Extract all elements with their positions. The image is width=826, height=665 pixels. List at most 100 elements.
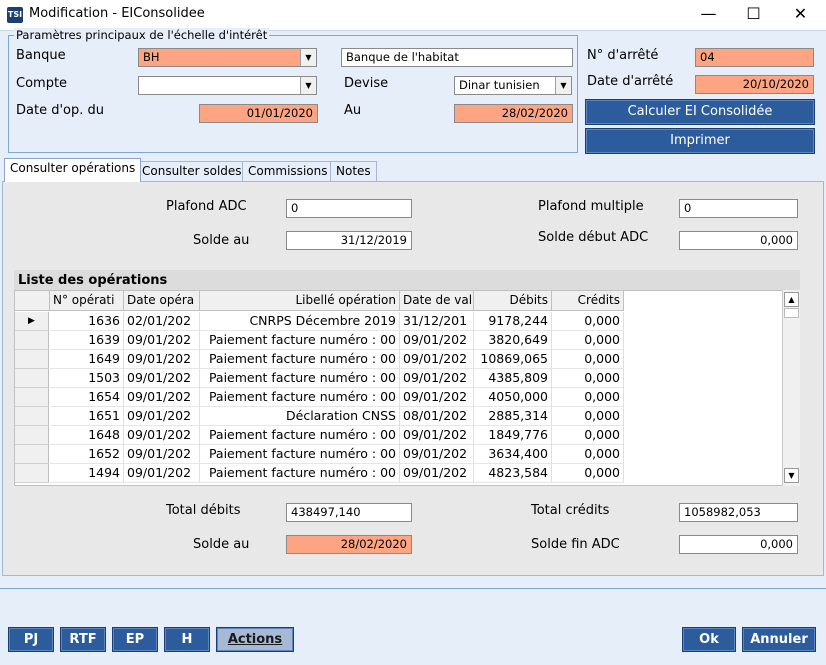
cell-date-op[interactable]: 02/01/202 (124, 312, 200, 331)
cell-date-op[interactable]: 09/01/202 (124, 331, 200, 350)
cell-credits[interactable]: 0,000 (552, 445, 624, 464)
cell-libelle[interactable]: Paiement facture numéro : 00 (200, 350, 400, 369)
cell-num[interactable]: 1636 (50, 312, 124, 331)
total-debits-field[interactable]: 438497,140 (286, 503, 412, 522)
cell-num[interactable]: 1503 (50, 369, 124, 388)
cell-debits[interactable]: 3634,400 (474, 445, 552, 464)
col-header-credits[interactable]: Crédits (552, 291, 624, 311)
cell-libelle[interactable]: Paiement facture numéro : 00 (200, 445, 400, 464)
cell-credits[interactable]: 0,000 (552, 350, 624, 369)
actions-button[interactable]: Actions (216, 627, 294, 652)
devise-select[interactable]: Dinar tunisien ▼ (454, 76, 572, 95)
cell-libelle[interactable]: Paiement facture numéro : 00 (200, 331, 400, 350)
cell-credits[interactable]: 0,000 (552, 426, 624, 445)
tab-consulter-soldes[interactable]: Consulter soldes (136, 161, 248, 181)
cell-debits[interactable]: 2885,314 (474, 407, 552, 426)
cell-debits[interactable]: 9178,244 (474, 312, 552, 331)
cell-date-val[interactable]: 09/01/202 (400, 369, 474, 388)
col-header-num[interactable]: N° opérati (50, 291, 124, 311)
cell-libelle[interactable]: Paiement facture numéro : 00 (200, 464, 400, 483)
operations-grid[interactable]: N° opérati Date opéra Libellé opération … (14, 290, 800, 486)
tab-commissions[interactable]: Commissions (242, 161, 334, 181)
cell-credits[interactable]: 0,000 (552, 312, 624, 331)
cell-credits[interactable]: 0,000 (552, 464, 624, 483)
cell-date-op[interactable]: 09/01/202 (124, 388, 200, 407)
cell-debits[interactable]: 4050,000 (474, 388, 552, 407)
scroll-thumb[interactable] (784, 308, 799, 318)
scroll-down-icon[interactable]: ▼ (784, 468, 799, 483)
cell-date-op[interactable]: 09/01/202 (124, 426, 200, 445)
cell-date-val[interactable]: 08/01/202 (400, 407, 474, 426)
tab-notes[interactable]: Notes (330, 161, 377, 181)
col-header-date-op[interactable]: Date opéra (124, 291, 200, 311)
cell-debits[interactable]: 3820,649 (474, 331, 552, 350)
grid-scrollbar[interactable]: ▲ ▼ (782, 290, 800, 486)
col-header-libelle[interactable]: Libellé opération (200, 291, 400, 311)
compte-select[interactable]: ▼ (138, 76, 317, 95)
cell-credits[interactable]: 0,000 (552, 388, 624, 407)
solde-debut-field[interactable]: 0,000 (679, 231, 798, 250)
maximize-button[interactable]: ☐ (731, 0, 776, 30)
h-button[interactable]: H (164, 627, 210, 652)
cell-date-op[interactable]: 09/01/202 (124, 350, 200, 369)
cell-credits[interactable]: 0,000 (552, 407, 624, 426)
row-selector[interactable]: ▶ (15, 312, 49, 331)
row-selector[interactable] (15, 388, 49, 407)
minimize-button[interactable]: — (686, 0, 731, 30)
cell-num[interactable]: 1652 (50, 445, 124, 464)
imprimer-button[interactable]: Imprimer (585, 128, 815, 154)
num-arrete-field[interactable]: 04 (695, 48, 814, 67)
cell-libelle[interactable]: Paiement facture numéro : 00 (200, 369, 400, 388)
ok-button[interactable]: Ok (682, 627, 736, 652)
cell-credits[interactable]: 0,000 (552, 369, 624, 388)
cell-date-val[interactable]: 09/01/202 (400, 445, 474, 464)
cell-debits[interactable]: 10869,065 (474, 350, 552, 369)
cell-num[interactable]: 1639 (50, 331, 124, 350)
col-header-date-val[interactable]: Date de val (400, 291, 474, 311)
row-selector[interactable] (15, 464, 49, 483)
row-selector[interactable] (15, 426, 49, 445)
cell-date-val[interactable]: 09/01/202 (400, 350, 474, 369)
cell-date-val[interactable]: 09/01/202 (400, 464, 474, 483)
cell-date-val[interactable]: 31/12/201 (400, 312, 474, 331)
date-du-field[interactable]: 01/01/2020 (199, 104, 318, 123)
cell-num[interactable]: 1649 (50, 350, 124, 369)
solde-fin-field[interactable]: 0,000 (679, 535, 798, 554)
scroll-up-icon[interactable]: ▲ (784, 292, 799, 307)
banque-select[interactable]: BH ▼ (138, 48, 317, 67)
cell-date-op[interactable]: 09/01/202 (124, 464, 200, 483)
au-field[interactable]: 28/02/2020 (454, 104, 573, 123)
cell-libelle[interactable]: Paiement facture numéro : 00 (200, 426, 400, 445)
pj-button[interactable]: PJ (8, 627, 54, 652)
cell-debits[interactable]: 1849,776 (474, 426, 552, 445)
cell-debits[interactable]: 4823,584 (474, 464, 552, 483)
cell-date-val[interactable]: 09/01/202 (400, 331, 474, 350)
banque-name-field[interactable]: Banque de l'habitat (341, 48, 573, 67)
cell-libelle[interactable]: Paiement facture numéro : 00 (200, 388, 400, 407)
cell-num[interactable]: 1654 (50, 388, 124, 407)
ep-button[interactable]: EP (112, 627, 158, 652)
cell-libelle[interactable]: Déclaration CNSS (200, 407, 400, 426)
close-button[interactable]: ✕ (778, 0, 823, 30)
tab-consulter-operations[interactable]: Consulter opérations (4, 158, 142, 182)
total-credits-field[interactable]: 1058982,053 (679, 503, 798, 522)
cell-num[interactable]: 1494 (50, 464, 124, 483)
cell-num[interactable]: 1648 (50, 426, 124, 445)
row-selector[interactable] (15, 445, 49, 464)
solde-au-field[interactable]: 31/12/2019 (286, 231, 412, 250)
row-selector[interactable] (15, 407, 49, 426)
cell-date-op[interactable]: 09/01/202 (124, 407, 200, 426)
solde-au-bottom-field[interactable]: 28/02/2020 (286, 535, 412, 554)
plafond-adc-field[interactable]: 0 (286, 199, 412, 218)
rtf-button[interactable]: RTF (60, 627, 106, 652)
cell-date-op[interactable]: 09/01/202 (124, 369, 200, 388)
row-selector[interactable] (15, 350, 49, 369)
calculer-ei-button[interactable]: Calculer EI Consolidée (585, 99, 815, 125)
cell-date-val[interactable]: 09/01/202 (400, 388, 474, 407)
cell-date-op[interactable]: 09/01/202 (124, 445, 200, 464)
cell-date-val[interactable]: 09/01/202 (400, 426, 474, 445)
date-arrete-field[interactable]: 20/10/2020 (695, 75, 814, 94)
plafond-multiple-field[interactable]: 0 (679, 199, 798, 218)
row-selector[interactable] (15, 331, 49, 350)
col-header-debits[interactable]: Débits (474, 291, 552, 311)
